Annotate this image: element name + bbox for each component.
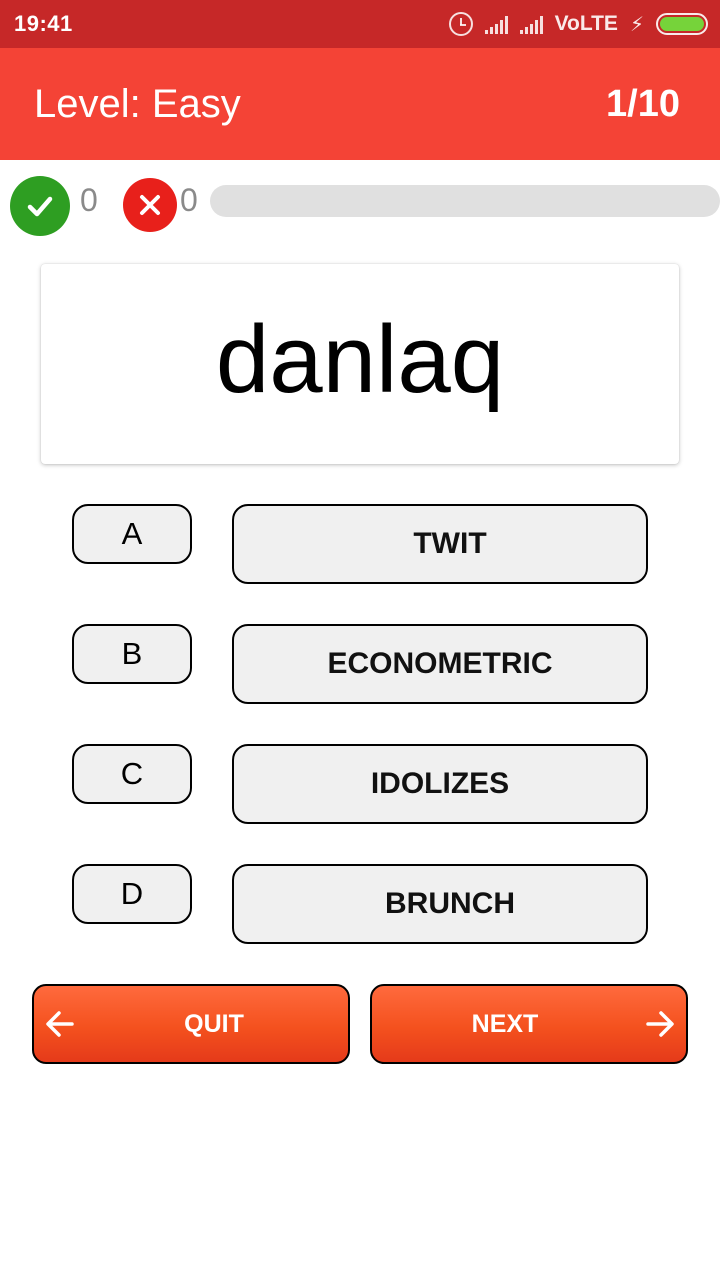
arrow-right-icon (646, 1011, 674, 1037)
question-card: danlaq (41, 264, 679, 464)
option-letter-label: A (121, 516, 143, 551)
option-letter-b[interactable]: B (72, 624, 192, 684)
option-letter-label: D (120, 876, 144, 911)
option-answer-label: ECONOMETRIC (327, 647, 553, 680)
wrong-cross-icon (123, 178, 177, 232)
network-label: VoLTE (554, 12, 618, 35)
status-bar: 19:41 VoLTE ⚡ (0, 0, 720, 48)
charging-bolt-icon: ⚡ (629, 13, 644, 36)
arrow-left-icon (46, 1011, 74, 1037)
option-answer-label: TWIT (413, 527, 487, 560)
option-letter-c[interactable]: C (72, 744, 192, 804)
option-letter-label: C (120, 756, 144, 791)
option-answer-a[interactable]: TWIT (232, 504, 648, 584)
option-letter-d[interactable]: D (72, 864, 192, 924)
option-answer-b[interactable]: ECONOMETRIC (232, 624, 648, 704)
score-row: 0 0 (0, 170, 720, 240)
correct-count: 0 (80, 182, 98, 218)
question-progress-count: 1/10 (606, 82, 680, 125)
quit-button[interactable]: QUIT (32, 984, 350, 1064)
alarm-icon (448, 12, 473, 36)
question-word: danlaq (215, 306, 505, 413)
option-letter-label: B (121, 636, 143, 671)
option-answer-label: BRUNCH (385, 887, 515, 920)
option-answer-label: IDOLIZES (370, 767, 510, 800)
quiz-progress-bar (210, 185, 720, 217)
signal-icon (484, 14, 508, 34)
correct-check-icon (10, 176, 70, 236)
option-answer-c[interactable]: IDOLIZES (232, 744, 648, 824)
battery-icon (656, 13, 708, 35)
option-answer-d[interactable]: BRUNCH (232, 864, 648, 944)
signal-icon-2 (519, 14, 543, 34)
battery-fill (660, 17, 704, 31)
quit-button-label: QUIT (184, 1009, 244, 1038)
next-button-label: NEXT (471, 1009, 539, 1038)
option-letter-a[interactable]: A (72, 504, 192, 564)
app-bar: Level: Easy 1/10 (0, 48, 720, 160)
wrong-count: 0 (180, 182, 198, 218)
level-title: Level: Easy (34, 81, 241, 126)
status-icons: VoLTE ⚡ (448, 12, 708, 37)
status-time: 19:41 (14, 11, 73, 36)
next-button[interactable]: NEXT (370, 984, 688, 1064)
